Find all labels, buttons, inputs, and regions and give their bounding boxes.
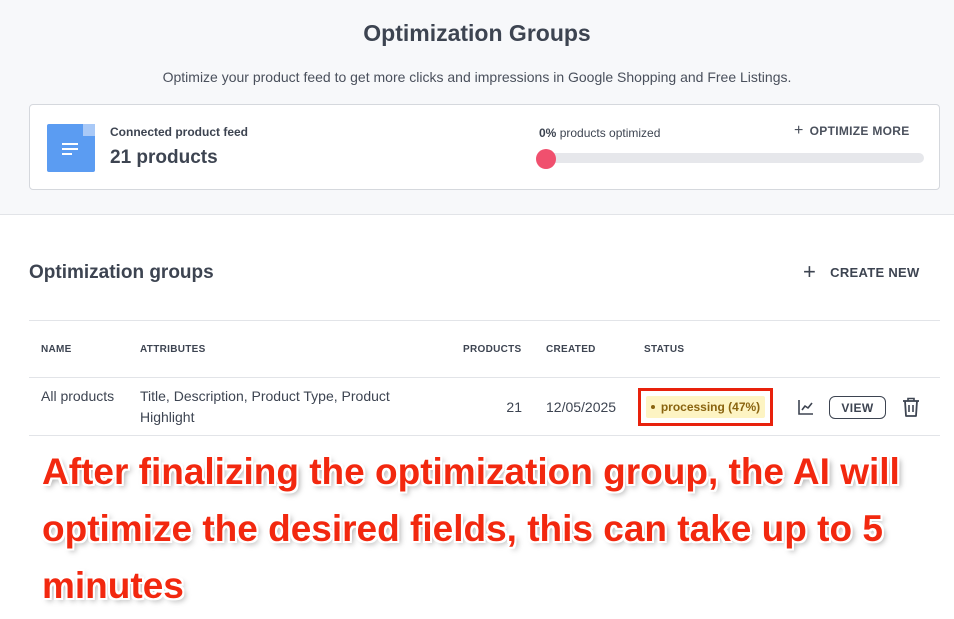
status-dot: [650, 405, 655, 409]
page-subtitle: Optimize your product feed to get more c…: [162, 69, 792, 85]
column-header-created: CREATED: [546, 344, 596, 355]
progress-label: 0% products optimized: [539, 126, 660, 140]
status-badge: processing (47%): [646, 396, 765, 418]
feed-product-count: 21 products: [110, 147, 218, 168]
section-title: Optimization groups: [29, 262, 214, 283]
status-text: processing (47%): [660, 400, 761, 414]
progress-text: products optimized: [559, 126, 661, 140]
progress-indicator: [536, 149, 556, 169]
optimize-more-label: OPTIMIZE MORE: [809, 124, 910, 138]
table-top-divider: [29, 320, 940, 321]
trash-icon[interactable]: [901, 396, 921, 418]
header-divider: [29, 377, 940, 378]
plus-icon: +: [794, 122, 804, 139]
chart-icon[interactable]: [797, 398, 815, 416]
row-products: 21: [506, 399, 522, 415]
annotation-text: After finalizing the optimization group,…: [42, 451, 900, 606]
column-header-name: NAME: [41, 344, 72, 355]
progress-track: [536, 153, 924, 163]
page-title: Optimization Groups: [363, 20, 591, 46]
plus-icon: +: [803, 259, 817, 284]
row-name: All products: [41, 388, 115, 404]
column-header-status: STATUS: [644, 344, 685, 355]
progress-percent: 0%: [539, 126, 557, 140]
connected-feed-card: Connected product feed 21 products 0% pr…: [29, 104, 940, 190]
feed-overview-section: Optimization Groups Optimize your produc…: [0, 0, 954, 215]
optimize-more-button[interactable]: + OPTIMIZE MORE: [794, 122, 910, 139]
row-created: 12/05/2025: [546, 399, 617, 415]
row-attributes: Title, Description, Product Type, Produc…: [140, 388, 390, 425]
column-header-attributes: ATTRIBUTES: [140, 344, 206, 355]
document-icon: [47, 124, 95, 172]
create-new-label: CREATE NEW: [830, 264, 920, 280]
create-new-button[interactable]: + CREATE NEW: [803, 259, 920, 284]
status-highlight: processing (47%): [638, 388, 773, 426]
view-button[interactable]: VIEW: [829, 396, 886, 419]
row-divider: [29, 435, 940, 436]
column-header-products: PRODUCTS: [463, 344, 522, 355]
feed-label: Connected product feed: [110, 125, 249, 139]
